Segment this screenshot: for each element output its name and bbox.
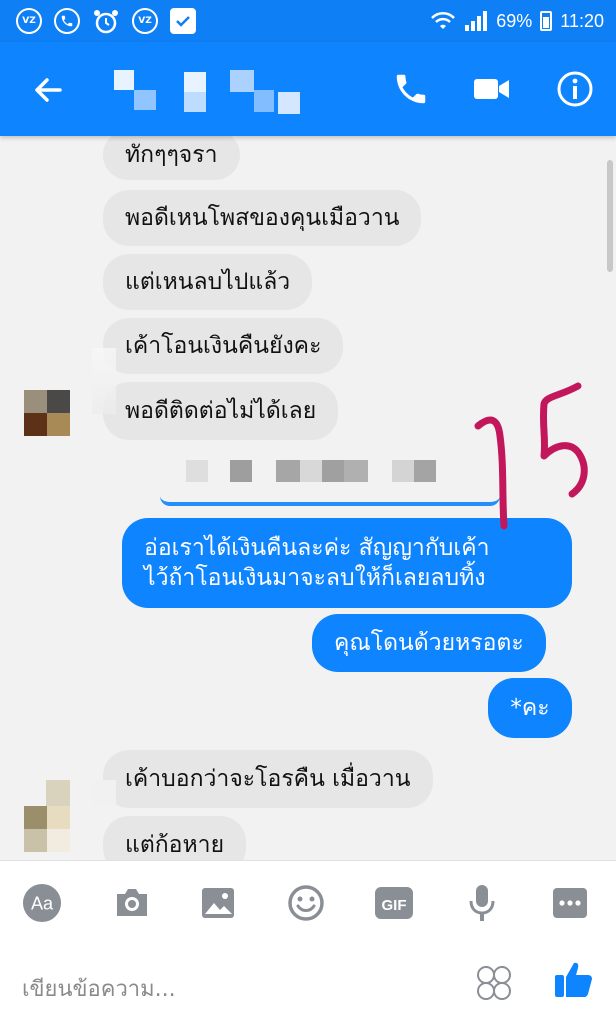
back-arrow-icon[interactable] (30, 72, 66, 108)
annotation-text: 15 (460, 366, 462, 367)
more-icon[interactable] (550, 883, 590, 923)
aa-label: Aa (31, 894, 54, 914)
phone-icon (54, 8, 80, 34)
contact-avatar[interactable] (24, 390, 70, 436)
phone-call-icon[interactable] (392, 70, 430, 108)
scrollbar[interactable] (607, 160, 613, 272)
contact-avatar[interactable] (24, 806, 70, 852)
battery-percent: 69% (496, 10, 533, 31)
notification-icons: VZ VZ (16, 8, 196, 34)
vpn-icon: VZ (132, 8, 158, 34)
emoji-picker-icon[interactable] (476, 965, 512, 1001)
wifi-icon (431, 11, 456, 29)
message-outgoing[interactable]: คุณโดนด้วยหรอตะ (312, 614, 546, 672)
message-input[interactable]: เขียนข้อความ... (22, 971, 176, 1006)
message-thread[interactable]: ทักๆๆจรา พอดีเหนโพสของคุนเมือวาน แต่เหนล… (0, 136, 616, 860)
gif-label: GIF (382, 897, 407, 914)
message-incoming[interactable]: แต่เหนลบไปแล้ว (103, 254, 313, 310)
gif-icon[interactable]: GIF (374, 883, 414, 923)
microphone-icon[interactable] (462, 883, 502, 923)
message-incoming[interactable]: แต่ก้อหาย (103, 816, 247, 860)
battery-icon (540, 11, 553, 31)
alarm-icon (92, 8, 120, 34)
conversation-header (0, 42, 616, 136)
message-incoming[interactable]: พอดีติดต่อไม่ได้เลย (103, 382, 339, 440)
camera-icon[interactable] (112, 883, 152, 923)
message-composer: Aa GIF เขียนข้อความ... (0, 860, 616, 1024)
vpn-icon: VZ (16, 8, 42, 34)
clipboard-check-icon (170, 8, 196, 34)
smiley-icon[interactable] (286, 883, 326, 923)
message-line: ไว้ถ้าโอนเงินมาจะลบให้ก็เลยลบทิ้ง (144, 565, 486, 591)
signal-icon (465, 11, 488, 31)
thumbs-up-icon[interactable] (552, 957, 596, 1001)
message-incoming[interactable]: พอดีเหนโพสของคุนเมือวาน (103, 190, 422, 246)
image-icon[interactable] (198, 883, 238, 923)
avatar-blur (92, 348, 116, 414)
message-outgoing[interactable]: *คะ (488, 678, 572, 738)
system-status: 69% 11:20 (430, 10, 604, 32)
avatar-blur (92, 780, 116, 806)
text-aa-icon[interactable]: Aa (22, 883, 62, 923)
message-incoming[interactable]: เค้าบอกว่าจะโอรคืน เมื่อวาน (103, 750, 433, 808)
handwritten-annotation: 15 (460, 366, 588, 530)
status-bar: VZ VZ 69% 11:20 (0, 0, 616, 42)
message-incoming[interactable]: ทักๆๆจรา (103, 136, 240, 180)
contact-name-blurred[interactable] (112, 66, 302, 116)
clock: 11:20 (560, 10, 604, 31)
message-line: อ่อเราได้เงินคืนละค่ะ สัญญากับเค้า (144, 535, 490, 561)
video-call-icon[interactable] (472, 70, 512, 108)
read-indicator-line (160, 496, 500, 506)
avatar-blur (46, 780, 70, 806)
message-incoming[interactable]: เค้าโอนเงินคืนยังคะ (103, 318, 344, 374)
info-icon[interactable] (556, 70, 594, 108)
